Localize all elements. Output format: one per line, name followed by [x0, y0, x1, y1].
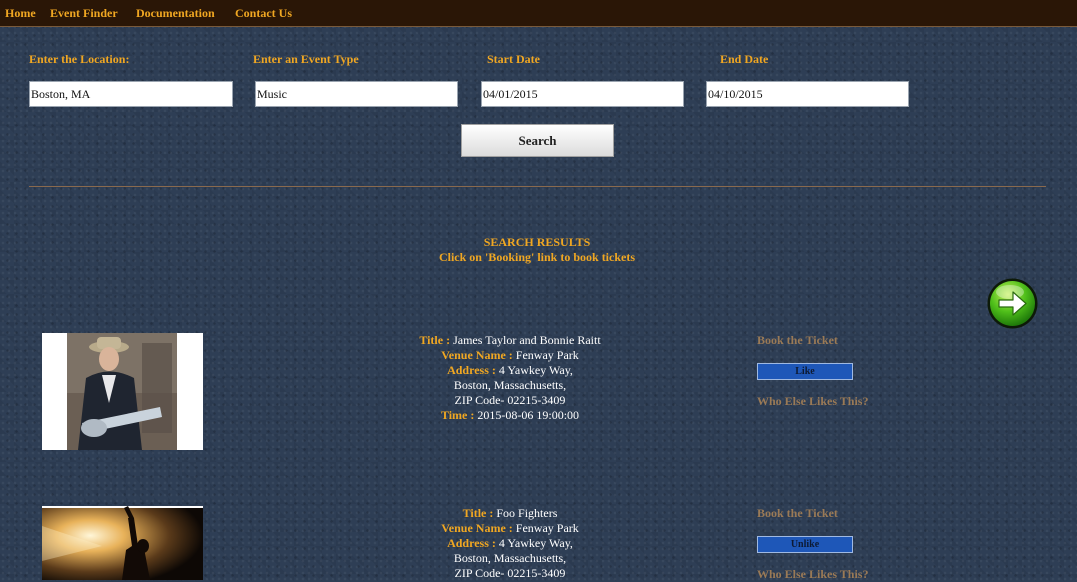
event-photo — [42, 506, 203, 580]
event-address-line2: Boston, Massachusetts, — [453, 378, 567, 392]
right-arrow-icon[interactable] — [986, 277, 1039, 330]
search-results-heading: SEARCH RESULTS — [483, 235, 591, 249]
address-key: Address : — [447, 536, 496, 550]
event-time: 2015-08-06 19:00:00 — [477, 408, 580, 422]
end-date-label: End Date — [720, 52, 769, 66]
event-details: Title : Foo Fighters Venue Name : Fenway… — [380, 506, 640, 581]
venue-key: Venue Name : — [441, 521, 513, 535]
top-navigation-bar: Home Event Finder Documentation Contact … — [0, 0, 1077, 27]
book-ticket-link[interactable]: Book the Ticket — [757, 333, 838, 348]
venue-key: Venue Name : — [441, 348, 513, 362]
search-results-subheading: Click on 'Booking' link to book tickets — [438, 250, 636, 264]
nav-contact-link[interactable]: Contact Us — [235, 6, 292, 21]
event-zip: ZIP Code- 02215-3409 — [454, 393, 566, 407]
time-key: Time : — [440, 408, 475, 422]
event-title: Foo Fighters — [496, 506, 558, 520]
event-venue: Fenway Park — [515, 521, 579, 535]
event-type-label: Enter an Event Type — [253, 52, 359, 66]
end-date-input[interactable] — [706, 81, 909, 107]
event-photo — [42, 333, 203, 450]
search-button[interactable]: Search — [461, 124, 614, 157]
who-else-likes-link[interactable]: Who Else Likes This? — [757, 394, 868, 409]
event-title: James Taylor and Bonnie Raitt — [453, 333, 601, 347]
title-key: Title : — [419, 333, 451, 347]
nav-event-finder-link[interactable]: Event Finder — [50, 6, 118, 21]
nav-documentation-link[interactable]: Documentation — [136, 6, 215, 21]
nav-home-link[interactable]: Home — [5, 6, 36, 21]
event-address-line1: 4 Yawkey Way, — [498, 363, 573, 377]
event-details: Title : James Taylor and Bonnie Raitt Ve… — [380, 333, 640, 423]
like-button[interactable]: Like — [757, 363, 853, 380]
event-address-line2: Boston, Massachusetts, — [453, 551, 567, 565]
event-zip: ZIP Code- 02215-3409 — [454, 566, 566, 580]
start-date-input[interactable] — [481, 81, 684, 107]
unlike-button[interactable]: Unlike — [757, 536, 853, 553]
event-venue: Fenway Park — [515, 348, 579, 362]
event-type-input[interactable] — [255, 81, 458, 107]
section-divider — [29, 186, 1046, 187]
address-key: Address : — [447, 363, 496, 377]
start-date-label: Start Date — [487, 52, 540, 66]
location-label: Enter the Location: — [29, 52, 130, 66]
book-ticket-link[interactable]: Book the Ticket — [757, 506, 838, 521]
location-input[interactable] — [29, 81, 233, 107]
title-key: Title : — [462, 506, 494, 520]
event-address-line1: 4 Yawkey Way, — [498, 536, 573, 550]
